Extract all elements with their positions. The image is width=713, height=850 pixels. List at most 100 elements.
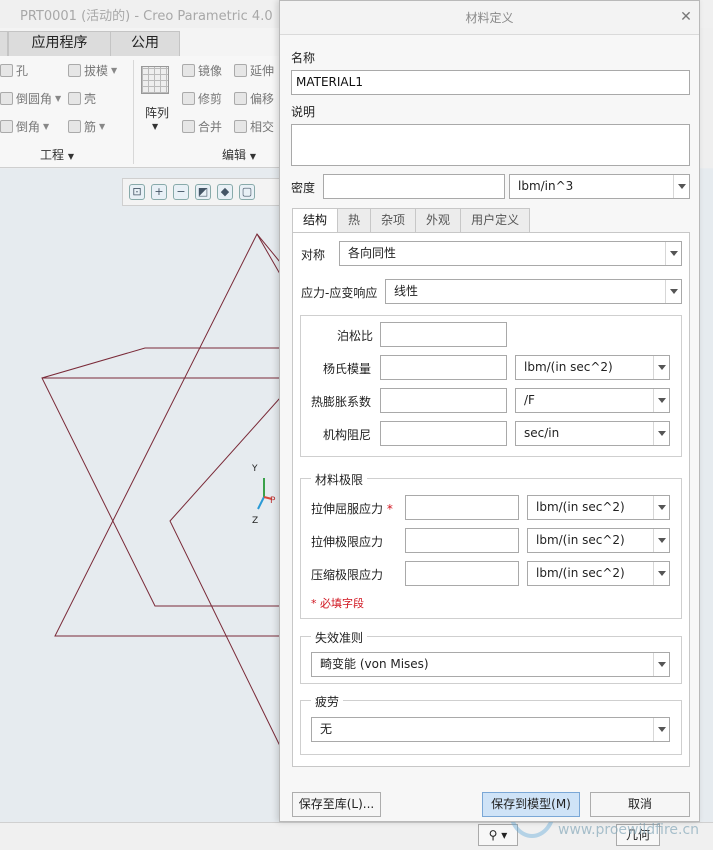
- save-to-library-button[interactable]: 保存至库(L)...: [292, 792, 381, 817]
- material-definition-dialog: 材料定义 ✕ 名称 MATERIAL1 说明 密度 lbm/in^3 结构 热 …: [279, 0, 700, 822]
- menu-tab-common[interactable]: 公用: [110, 31, 180, 56]
- symmetry-label: 对称: [301, 248, 326, 262]
- trim-icon: [182, 92, 195, 105]
- mirror-button[interactable]: 镜像: [182, 62, 222, 79]
- compressive-ultimate-field[interactable]: [405, 561, 519, 586]
- chevron-down-icon: ▼: [67, 152, 74, 161]
- sketch-line: [169, 397, 280, 747]
- chamfer-button[interactable]: 倒角 ▼: [0, 118, 49, 135]
- tensile-ultimate-label: 拉伸极限应力: [311, 535, 384, 549]
- mirror-icon: [182, 64, 195, 77]
- chevron-down-icon: [673, 175, 689, 198]
- fatigue-box: 疲劳 无: [300, 693, 682, 755]
- array-icon[interactable]: [141, 66, 169, 94]
- shell-button[interactable]: 壳: [68, 90, 96, 107]
- rib-button[interactable]: 筋 ▼: [68, 118, 105, 135]
- poisson-field[interactable]: [380, 322, 507, 347]
- trim-button[interactable]: 修剪: [182, 90, 222, 107]
- failure-criterion-legend: 失效准则: [311, 629, 368, 646]
- damping-label: 机构阻尼: [323, 428, 372, 442]
- name-field[interactable]: MATERIAL1: [291, 70, 690, 95]
- failure-criterion-select[interactable]: 畸变能 (von Mises): [311, 652, 670, 677]
- tab-misc[interactable]: 杂项: [370, 208, 417, 232]
- merge-button[interactable]: 合并: [182, 118, 222, 135]
- thermal-expansion-field[interactable]: [380, 388, 507, 413]
- merge-icon: [182, 120, 195, 133]
- chevron-down-icon: [653, 496, 669, 519]
- zoom-in-icon[interactable]: +: [151, 184, 167, 200]
- description-field[interactable]: [291, 124, 690, 166]
- dialog-title: 材料定义: [280, 1, 699, 35]
- tab-appearance[interactable]: 外观: [415, 208, 462, 232]
- zoom-out-icon[interactable]: −: [173, 184, 189, 200]
- property-tabs: 结构 热 杂项 外观 用户定义: [292, 208, 531, 233]
- sketch-line: [41, 347, 280, 607]
- refit-icon[interactable]: ⊡: [129, 184, 145, 200]
- extend-button[interactable]: 延伸: [234, 62, 274, 79]
- material-limits-box: 材料极限 拉伸屈服应力 * lbm/(in sec^2) 拉伸极限应力 lbm/…: [300, 471, 682, 619]
- chevron-down-icon: [653, 718, 669, 741]
- fatigue-select[interactable]: 无: [311, 717, 670, 742]
- failure-criterion-box: 失效准则 畸变能 (von Mises): [300, 629, 682, 684]
- axis-label-z: Z: [252, 516, 258, 526]
- tensile-yield-field[interactable]: [405, 495, 519, 520]
- structural-panel: 对称 各向同性 应力-应变响应 线性 泊松比 杨氏模量 lbm/(in sec^…: [292, 232, 690, 767]
- chevron-down-icon: [653, 529, 669, 552]
- binoculars-filter-icon[interactable]: ⚲ ▾: [478, 824, 518, 846]
- extend-icon: [234, 64, 247, 77]
- tab-thermal[interactable]: 热: [337, 208, 372, 232]
- tensile-yield-unit-select[interactable]: lbm/(in sec^2): [527, 495, 670, 520]
- status-bar: [0, 822, 713, 850]
- young-modulus-field[interactable]: [380, 355, 507, 380]
- intersect-button[interactable]: 相交: [234, 118, 274, 135]
- tensile-ultimate-unit-select[interactable]: lbm/(in sec^2): [527, 528, 670, 553]
- round-button[interactable]: 倒圆角 ▼: [0, 90, 61, 107]
- display-style-icon[interactable]: ◆: [217, 184, 233, 200]
- chamfer-icon: [0, 120, 13, 133]
- thermal-expansion-unit-select[interactable]: /F: [515, 388, 670, 413]
- chevron-down-icon: [665, 242, 681, 265]
- damping-unit-select[interactable]: sec/in: [515, 421, 670, 446]
- tab-structural[interactable]: 结构: [292, 208, 339, 233]
- offset-button[interactable]: 偏移: [234, 90, 274, 107]
- axis-label-p: P: [270, 496, 276, 506]
- repaint-icon[interactable]: ◩: [195, 184, 211, 200]
- young-modulus-unit-select[interactable]: lbm/(in sec^2): [515, 355, 670, 380]
- tab-user-defined[interactable]: 用户定义: [460, 208, 531, 232]
- compressive-ultimate-unit-select[interactable]: lbm/(in sec^2): [527, 561, 670, 586]
- intersect-icon: [234, 120, 247, 133]
- poisson-label: 泊松比: [337, 329, 374, 343]
- material-limits-legend: 材料极限: [311, 471, 368, 488]
- round-icon: [0, 92, 13, 105]
- rib-icon: [68, 120, 81, 133]
- density-unit-select[interactable]: lbm/in^3: [509, 174, 690, 199]
- draft-button[interactable]: 拔模 ▼: [68, 62, 117, 79]
- group-engineering[interactable]: 工程 ▼: [40, 146, 74, 163]
- tensile-ultimate-field[interactable]: [405, 528, 519, 553]
- shell-icon: [68, 92, 81, 105]
- hole-button[interactable]: 孔: [0, 62, 28, 79]
- hole-icon: [0, 64, 13, 77]
- array-button[interactable]: 阵列: [145, 104, 169, 121]
- symmetry-select[interactable]: 各向同性: [339, 241, 682, 266]
- selection-filter-geometry[interactable]: 几何: [616, 824, 660, 846]
- array-dropdown[interactable]: ▼: [152, 122, 158, 131]
- damping-field[interactable]: [380, 421, 507, 446]
- chevron-down-icon: ▼: [111, 66, 118, 75]
- save-to-model-button[interactable]: 保存到模型(M): [482, 792, 580, 817]
- description-label: 说明: [291, 105, 316, 119]
- chevron-down-icon: [653, 562, 669, 585]
- menu-tab-partial[interactable]: [0, 31, 8, 56]
- menu-tab-applications[interactable]: 应用程序: [8, 31, 111, 56]
- cancel-button[interactable]: 取消: [590, 792, 690, 817]
- saved-views-icon[interactable]: ▢: [239, 184, 255, 200]
- chevron-down-icon: [653, 389, 669, 412]
- chevron-down-icon: [665, 280, 681, 303]
- close-icon[interactable]: ✕: [678, 9, 694, 25]
- stress-strain-select[interactable]: 线性: [385, 279, 682, 304]
- sketch-line: [256, 233, 280, 275]
- group-edit[interactable]: 编辑 ▼: [222, 146, 256, 163]
- density-field[interactable]: [323, 174, 505, 199]
- chevron-down-icon: ▼: [249, 152, 256, 161]
- thermal-expansion-label: 热膨胀系数: [311, 395, 372, 409]
